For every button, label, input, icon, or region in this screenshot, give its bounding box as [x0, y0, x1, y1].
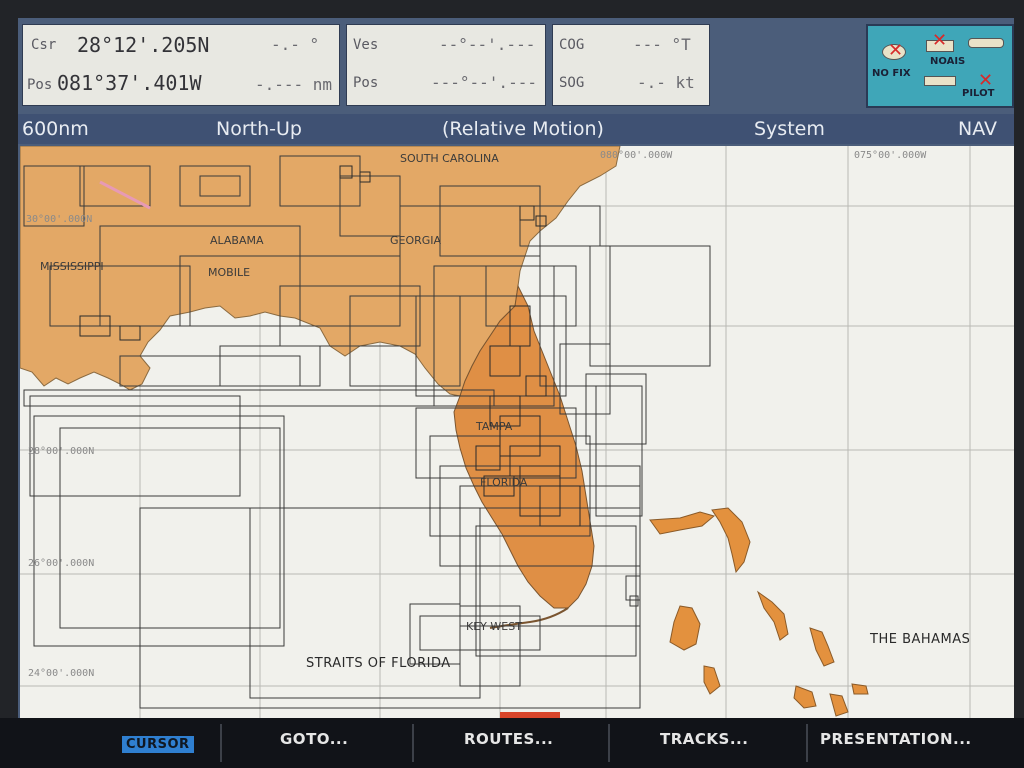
softkey-separator [806, 724, 808, 762]
nav-mode: NAV [958, 118, 997, 140]
label-straits-of-florida: STRAITS OF FLORIDA [306, 656, 451, 671]
sog-label: SOG [559, 75, 585, 91]
status-icons-panel: ✕ NO FIX ✕ NOAIS ✕ PILOT [866, 24, 1014, 108]
label-florida: FLORIDA [480, 476, 528, 489]
label-tampa: TAMPA [476, 420, 513, 433]
label-key-west: KEY WEST [466, 620, 522, 633]
ves-label: Ves [353, 37, 379, 53]
label-alabama: ALABAMA [210, 234, 264, 247]
chartplotter-screen: Csr 28°12'.205N -.- ° Pos 081°37'.401W -… [18, 18, 1014, 718]
csr-latitude: 28°12'.205N [77, 33, 210, 57]
vessel-pos-label: Pos [353, 75, 379, 91]
label-mississippi: MISSISSIPPI [40, 260, 104, 273]
coord-lat-26: 26°00'.000N [28, 558, 95, 569]
cog-value: --- °T [633, 35, 691, 54]
coord-lat-24: 24°00'.000N [28, 668, 95, 679]
coord-lat-30: 30°00'.000N [26, 214, 93, 225]
pilot-label: PILOT [962, 88, 995, 99]
nofix-label: NO FIX [872, 68, 911, 79]
ves-value: --°--'.--- [439, 35, 536, 54]
bahamas-islands [649, 507, 869, 717]
goto-softkey[interactable]: GOTO... [280, 730, 348, 748]
softkey-bar: CURSOR GOTO... ROUTES... TRACKS... PRESE… [0, 718, 1024, 768]
system-mode: System [754, 118, 825, 140]
pos-label: Pos [27, 77, 53, 93]
presentation-softkey[interactable]: PRESENTATION... [820, 730, 972, 748]
cursor-position-panel: Csr 28°12'.205N -.- ° Pos 081°37'.401W -… [22, 24, 340, 106]
chart-map[interactable]: SOUTH CAROLINA ALABAMA GEORGIA MISSISSIP… [20, 146, 1014, 718]
pos-range: -.--- nm [255, 75, 333, 94]
cog-label: COG [559, 37, 585, 53]
softkey-separator [608, 724, 610, 762]
routes-softkey[interactable]: ROUTES... [464, 730, 553, 748]
csr-label: Csr [31, 37, 57, 53]
softkey-separator [220, 724, 222, 762]
vessel-position-panel: Ves --°--'.--- Pos ---°--'.--- [346, 24, 546, 106]
gps-error-icon: ✕ [888, 40, 904, 61]
radar-icon [968, 38, 1004, 48]
label-south-carolina: SOUTH CAROLINA [400, 152, 499, 165]
coord-lon-75: 075°00'.000W [854, 150, 927, 161]
ais-error-icon: ✕ [932, 30, 948, 51]
pos-longitude: 081°37'.401W [57, 71, 202, 95]
vessel-pos-value: ---°--'.--- [431, 73, 537, 92]
label-georgia: GEORGIA [390, 234, 442, 247]
coord-lon-80: 080°00'.000W [600, 150, 673, 161]
autopilot-icon [924, 76, 956, 86]
softkey-separator [412, 724, 414, 762]
coord-lat-28: 28°00'.000N [28, 446, 95, 457]
noais-label: NOAIS [930, 56, 966, 67]
orientation-mode[interactable]: North-Up [216, 118, 302, 140]
range-label: 600nm [22, 118, 89, 140]
tracks-softkey[interactable]: TRACKS... [660, 730, 748, 748]
sog-value: -.- kt [637, 73, 695, 92]
motion-mode[interactable]: (Relative Motion) [442, 118, 604, 140]
label-mobile: MOBILE [208, 266, 251, 279]
cursor-softkey[interactable]: CURSOR [122, 736, 194, 753]
chart-title-bar: 600nm North-Up (Relative Motion) System … [18, 114, 1014, 144]
course-speed-panel: COG --- °T SOG -.- kt [552, 24, 710, 106]
label-the-bahamas: THE BAHAMAS [870, 632, 971, 647]
csr-bearing: -.- ° [271, 35, 320, 54]
